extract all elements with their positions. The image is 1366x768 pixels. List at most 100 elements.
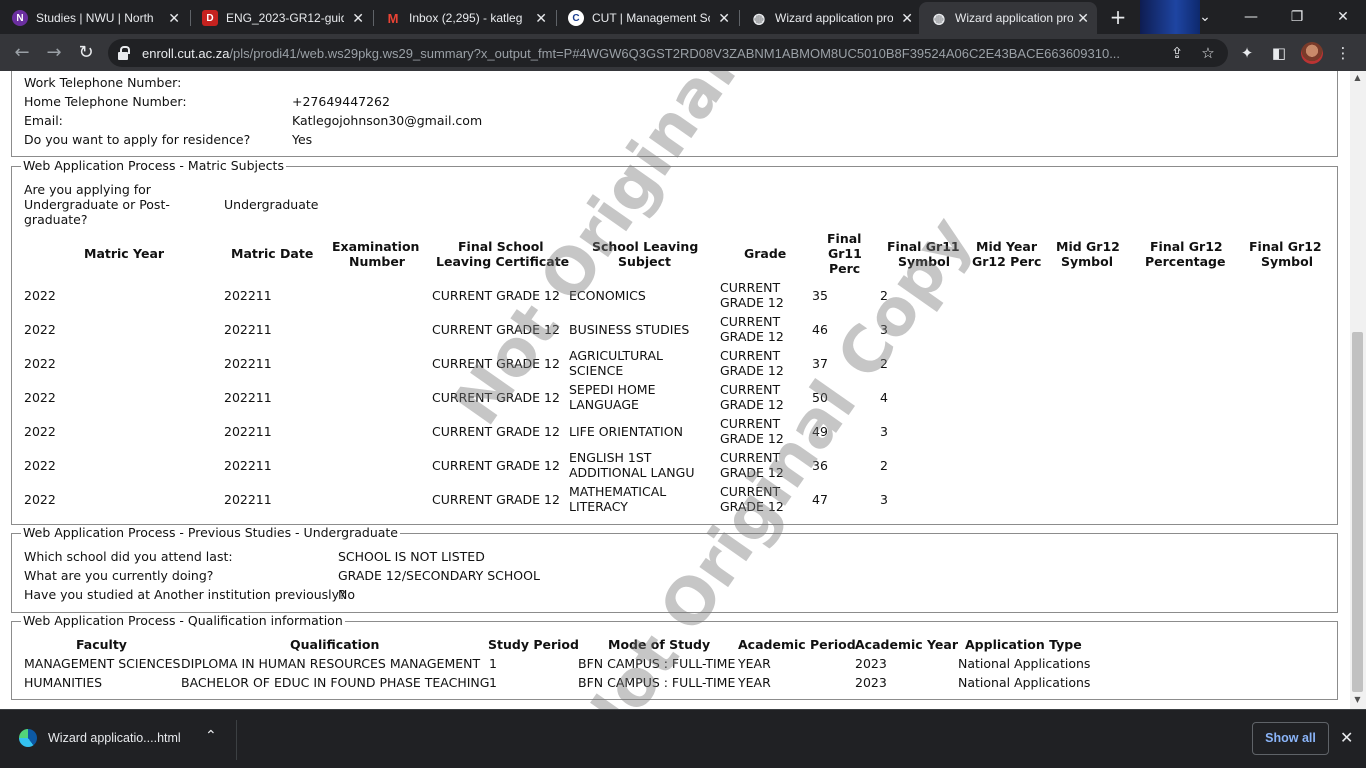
cell-subject-2: LANGUAGE bbox=[569, 397, 639, 412]
header-gr11p-3: Perc bbox=[829, 261, 861, 276]
cell-symbol: 2 bbox=[880, 288, 888, 303]
forward-icon[interactable]: → bbox=[43, 42, 65, 64]
show-all-button[interactable]: Show all bbox=[1252, 722, 1329, 755]
header-fg12s-2: Symbol bbox=[1261, 254, 1313, 269]
scroll-down-arrow[interactable]: ▼ bbox=[1352, 695, 1363, 707]
close-icon[interactable]: ✕ bbox=[168, 10, 180, 27]
document-icon: D bbox=[202, 10, 218, 26]
close-icon[interactable]: ✕ bbox=[718, 10, 730, 27]
header-mygp-2: Gr12 Perc bbox=[972, 254, 1042, 269]
header-exam-1: Examination bbox=[332, 239, 420, 254]
tab-search-icon[interactable]: ⌄ bbox=[1182, 4, 1228, 30]
close-icon[interactable]: ✕ bbox=[901, 10, 913, 27]
header-mygp-1: Mid Year bbox=[976, 239, 1038, 254]
close-icon[interactable]: ✕ bbox=[1340, 728, 1353, 747]
cell-subject-2: LITERACY bbox=[569, 499, 628, 514]
qualification-legend: Web Application Process - Qualification … bbox=[21, 613, 345, 628]
scrollbar-thumb[interactable] bbox=[1352, 332, 1363, 692]
extensions-icon[interactable]: ✦ bbox=[1236, 42, 1258, 64]
cell-date: 202211 bbox=[224, 492, 272, 507]
matric-section: Web Application Process - Matric Subject… bbox=[11, 158, 1338, 525]
cell-grade: CURRENT bbox=[720, 416, 781, 431]
applying-value: Undergraduate bbox=[224, 197, 319, 212]
cell-date: 202211 bbox=[224, 288, 272, 303]
chevron-up-icon[interactable]: ⌃ bbox=[205, 728, 217, 744]
cell-app-type: National Applications bbox=[958, 656, 1091, 671]
tab-5-active[interactable]: ◍ Wizard application pro ✕ bbox=[919, 2, 1097, 34]
cell-faculty: HUMANITIES bbox=[24, 675, 103, 690]
bookmark-star-icon[interactable]: ☆ bbox=[1197, 42, 1219, 64]
cell-year: 2022 bbox=[24, 322, 56, 337]
reload-icon[interactable]: ↻ bbox=[75, 42, 97, 64]
tab-1[interactable]: D ENG_2023-GR12-guid ✕ bbox=[190, 2, 372, 34]
cell-perc: 49 bbox=[812, 424, 828, 439]
tab-3[interactable]: C CUT | Management Sc ✕ bbox=[556, 2, 738, 34]
cell-perc: 36 bbox=[812, 458, 828, 473]
cell-grade: CURRENT bbox=[720, 280, 781, 295]
new-tab-button[interactable]: + bbox=[1106, 7, 1130, 29]
close-icon[interactable]: ✕ bbox=[535, 10, 547, 27]
cell-acad-year: 2023 bbox=[855, 656, 887, 671]
address-bar[interactable]: enroll.cut.ac.za/pls/prodi41/web.ws29pkg… bbox=[108, 39, 1228, 67]
contact-section: Work Telephone Number: Home Telephone Nu… bbox=[11, 71, 1338, 157]
applying-label-3: graduate? bbox=[24, 212, 88, 227]
lock-icon[interactable] bbox=[118, 46, 130, 60]
cell-study-period: 1 bbox=[489, 675, 497, 690]
header-fslc-2: Leaving Certificate bbox=[436, 254, 570, 269]
cell-subject: BUSINESS STUDIES bbox=[569, 322, 690, 337]
cell-subject: AGRICULTURAL bbox=[569, 348, 663, 363]
applying-label-1: Are you applying for bbox=[24, 182, 151, 197]
header-gr11p-1: Final bbox=[827, 231, 862, 246]
avatar[interactable] bbox=[1301, 42, 1323, 64]
cell-subject: ECONOMICS bbox=[569, 288, 646, 303]
url-text[interactable]: enroll.cut.ac.za/pls/prodi41/web.ws29pkg… bbox=[142, 46, 1162, 61]
cell-subject: ENGLISH 1ST bbox=[569, 450, 652, 465]
cell-mode: BFN CAMPUS : FULL-TIME bbox=[578, 656, 736, 671]
cell-grade-2: GRADE 12 bbox=[720, 499, 784, 514]
tab-2[interactable]: M Inbox (2,295) - katleg ✕ bbox=[373, 2, 555, 34]
globe-icon: ◍ bbox=[752, 9, 766, 26]
matric-legend: Web Application Process - Matric Subject… bbox=[21, 158, 286, 173]
cell-subject: MATHEMATICAL bbox=[569, 484, 667, 499]
cell-cert: CURRENT GRADE 12 bbox=[432, 322, 560, 337]
school-value: SCHOOL IS NOT LISTED bbox=[338, 549, 485, 564]
header-grade: Grade bbox=[744, 246, 787, 261]
header-app-type: Application Type bbox=[965, 637, 1082, 652]
tab-title: ENG_2023-GR12-guid bbox=[226, 11, 344, 25]
cell-cert: CURRENT GRADE 12 bbox=[432, 288, 560, 303]
cell-perc: 37 bbox=[812, 356, 828, 371]
side-panel-icon[interactable]: ◧ bbox=[1268, 42, 1290, 64]
cell-cert: CURRENT GRADE 12 bbox=[432, 390, 560, 405]
cell-symbol: 2 bbox=[880, 458, 888, 473]
header-fslc-1: Final School bbox=[458, 239, 544, 254]
menu-icon[interactable]: ⋮ bbox=[1332, 42, 1354, 64]
cell-date: 202211 bbox=[224, 356, 272, 371]
header-study-period: Study Period bbox=[488, 637, 579, 652]
cell-subject-2: SCIENCE bbox=[569, 363, 624, 378]
close-window-button[interactable]: ✕ bbox=[1320, 4, 1366, 30]
tab-4[interactable]: ◍ Wizard application pro ✕ bbox=[739, 2, 921, 34]
close-icon[interactable]: ✕ bbox=[1077, 10, 1089, 27]
back-icon[interactable]: ← bbox=[11, 42, 33, 64]
cell-cert: CURRENT GRADE 12 bbox=[432, 356, 560, 371]
header-sls-1: School Leaving bbox=[592, 239, 699, 254]
cell-year: 2022 bbox=[24, 458, 56, 473]
cell-grade-2: GRADE 12 bbox=[720, 363, 784, 378]
restore-button[interactable]: ❐ bbox=[1274, 4, 1320, 30]
close-icon[interactable]: ✕ bbox=[352, 10, 364, 27]
cell-grade-2: GRADE 12 bbox=[720, 431, 784, 446]
share-icon[interactable]: ⇪ bbox=[1166, 42, 1188, 64]
minimize-button[interactable]: — bbox=[1228, 4, 1274, 30]
cell-subject: LIFE ORIENTATION bbox=[569, 424, 683, 439]
cell-grade: CURRENT bbox=[720, 484, 781, 499]
scroll-up-arrow[interactable]: ▲ bbox=[1352, 73, 1363, 85]
tab-0[interactable]: N Studies | NWU | North ✕ bbox=[0, 2, 188, 34]
tab-title: Wizard application pro bbox=[955, 11, 1073, 25]
browser-toolbar: ← → ↻ enroll.cut.ac.za/pls/prodi41/web.w… bbox=[0, 34, 1366, 71]
header-faculty: Faculty bbox=[76, 637, 127, 652]
edge-file-icon bbox=[19, 729, 37, 747]
nwu-icon: N bbox=[12, 10, 28, 26]
cell-date: 202211 bbox=[224, 322, 272, 337]
header-matric-date: Matric Date bbox=[231, 246, 314, 261]
download-item-name[interactable]: Wizard applicatio....html bbox=[48, 731, 181, 745]
